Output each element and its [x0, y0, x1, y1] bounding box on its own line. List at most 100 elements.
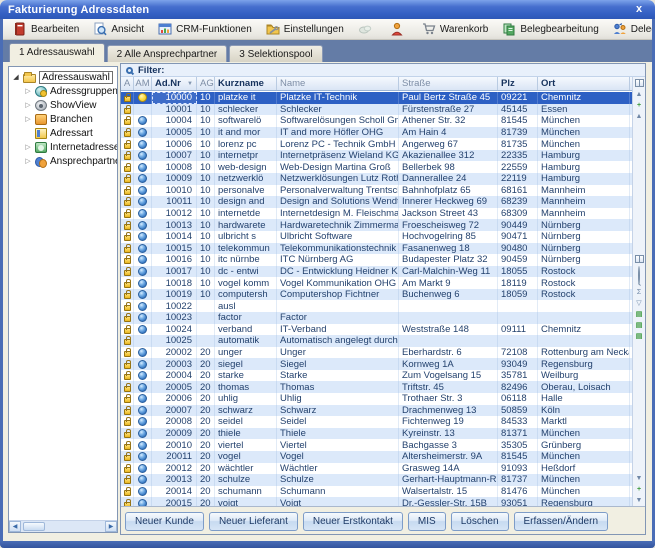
toolbar-ansicht-button[interactable]: Ansicht: [87, 20, 150, 39]
neuer-erstkontakt-button[interactable]: Neuer Erstkontakt: [303, 512, 403, 531]
table-row[interactable]: 10011 10 design and Design and Solutions…: [121, 196, 632, 208]
column-header-plz[interactable]: Plz: [498, 77, 538, 90]
tree-item-ansprechpartner[interactable]: ▷ Ansprechpartner: [12, 154, 117, 168]
table-row[interactable]: 20011 20 vogel Vogel Altersheimerstr. 9A…: [121, 451, 632, 463]
expander-icon[interactable]: ▷: [24, 87, 32, 95]
table-row[interactable]: 10023 factor Factor: [121, 312, 632, 324]
table-row[interactable]: 20008 20 seidel Seidel Fichtenweg 19 845…: [121, 416, 632, 428]
table-row[interactable]: 20013 20 schulze Schulze Gerhart-Hauptma…: [121, 474, 632, 486]
table-row[interactable]: 10008 10 web-design Web-Design Martina G…: [121, 161, 632, 173]
table-row[interactable]: 10014 10 ulbricht s Ulbricht Software Ho…: [121, 231, 632, 243]
table-row[interactable]: 20010 20 viertel Viertel Bachgasse 3 353…: [121, 439, 632, 451]
table-row[interactable]: 20006 20 uhlig Uhlig Trothaer Str. 3 061…: [121, 393, 632, 405]
expander-icon[interactable]: ▷: [24, 143, 32, 151]
sort-arrow-icon[interactable]: ▼: [187, 81, 196, 87]
tree-item-showview[interactable]: ▷ ShowView: [12, 98, 117, 112]
table-row[interactable]: 20007 20 schwarz Schwarz Drachmenweg 13 …: [121, 405, 632, 417]
table-row[interactable]: 20012 20 wächtler Wächtler Grasweg 14A 9…: [121, 463, 632, 475]
move-down-icon[interactable]: ▼: [634, 473, 645, 484]
list-icon[interactable]: ▤: [634, 331, 645, 342]
column-header-kurzname[interactable]: Kurzname: [215, 77, 277, 90]
column-chooser-icon[interactable]: [635, 79, 644, 87]
table-row[interactable]: 10005 10 it and mor IT and more Höfler O…: [121, 127, 632, 139]
column-header-name[interactable]: Name: [277, 77, 399, 90]
list-icon[interactable]: ▤: [634, 320, 645, 331]
table-row[interactable]: 10009 10 netzwerklö Netzwerklösungen Lut…: [121, 173, 632, 185]
table-row[interactable]: 20005 20 thomas Thomas Triftstr. 45 8249…: [121, 381, 632, 393]
column-header-ort[interactable]: Ort: [538, 77, 630, 90]
table-row[interactable]: 10004 10 softwarelö Softwarelösungen Sch…: [121, 115, 632, 127]
toolbar-bearbeiten-button[interactable]: Bearbeiten: [7, 20, 85, 39]
tree-root-adressauswahl[interactable]: ◢ Adressauswahl: [12, 70, 117, 84]
table-row[interactable]: 10022 ausl: [121, 300, 632, 312]
name-cell: Seidel: [277, 416, 399, 428]
tree-item-adressgruppen[interactable]: ▷ Adressgruppen: [12, 84, 117, 98]
neuer-kunde-button[interactable]: Neuer Kunde: [125, 512, 204, 531]
grid-filter-row[interactable]: Filter:: [121, 64, 645, 77]
filter-funnel-icon[interactable]: ▽: [634, 298, 645, 309]
toolbar-delegieren-button[interactable]: Delegieren: [607, 20, 655, 39]
expander-icon[interactable]: ▷: [24, 157, 32, 165]
table-row[interactable]: 10001 10 schlecker Schlecker Fürstenstra…: [121, 104, 632, 116]
close-icon[interactable]: x: [631, 3, 647, 17]
table-row[interactable]: 10025 automatik Automatisch angelegt dur…: [121, 335, 632, 347]
add-row-icon[interactable]: +: [634, 100, 645, 111]
am-icon: [138, 371, 147, 380]
toolbar-belegbearbeitung-button[interactable]: Belegbearbeitung: [496, 20, 604, 39]
table-row[interactable]: 10010 10 personalve Personalverwaltung T…: [121, 185, 632, 197]
tree-item-branchen[interactable]: ▷ Branchen: [12, 112, 117, 126]
toolbar-warenkorb-button[interactable]: Warenkorb: [416, 20, 495, 39]
table-row[interactable]: 10018 10 vogel komm Vogel Kommunikation …: [121, 277, 632, 289]
tab-selektionspool[interactable]: 3 Selektionspool: [229, 45, 322, 62]
table-row[interactable]: 10016 10 itc nürnbe ITC Nürnberg AG Buda…: [121, 254, 632, 266]
erfassen-aendern-button[interactable]: Erfassen/Ändern: [514, 512, 609, 531]
neuer-lieferant-button[interactable]: Neuer Lieferant: [209, 512, 298, 531]
table-row[interactable]: 10015 10 telekommun Telekommunikationste…: [121, 243, 632, 255]
loeschen-button[interactable]: Löschen: [451, 512, 509, 531]
table-row[interactable]: 10017 10 dc - entwi DC - Entwicklung Hei…: [121, 266, 632, 278]
list-icon[interactable]: ▤: [634, 309, 645, 320]
toolbar-icon-button-1[interactable]: [352, 20, 382, 39]
table-row[interactable]: 20015 20 voigt Voigt Dr.-Gessler-Str. 15…: [121, 497, 632, 506]
table-row[interactable]: 10019 10 computersh Computershop Fichtne…: [121, 289, 632, 301]
column-header-lock[interactable]: A: [121, 77, 134, 90]
am-icon: [138, 452, 147, 461]
expander-icon[interactable]: ▷: [24, 115, 32, 123]
table-row[interactable]: 10013 10 hardwarete Hardwaretechnik Zimm…: [121, 219, 632, 231]
table-row[interactable]: 20003 20 siegel Siegel Kornweg 1A 93049 …: [121, 358, 632, 370]
add-icon[interactable]: +: [634, 484, 645, 495]
toolbar-icon-button-2[interactable]: [384, 20, 414, 39]
table-row[interactable]: 20009 20 thiele Thiele Kyreinstr. 13 813…: [121, 428, 632, 440]
scroll-up-icon[interactable]: ▲: [634, 89, 645, 100]
table-row[interactable]: 10024 verband IT-Verband Weststraße 148 …: [121, 324, 632, 336]
table-row[interactable]: 10007 10 internetpr Internetpräsenz Wiel…: [121, 150, 632, 162]
search-icon[interactable]: [126, 67, 133, 74]
expander-open-icon[interactable]: ◢: [12, 73, 20, 81]
toolbar-crm-funktionen-button[interactable]: CRM-Funktionen: [152, 20, 258, 39]
mis-button[interactable]: MIS: [408, 512, 446, 531]
tree-item-adressart[interactable]: Adressart: [12, 126, 117, 140]
table-row[interactable]: 10006 10 lorenz pc Lorenz PC - Technik G…: [121, 138, 632, 150]
table-row[interactable]: 10000 10 platzke it Platzke IT-Technik P…: [121, 92, 632, 104]
sum-icon[interactable]: Σ: [634, 287, 645, 298]
search-rows-icon[interactable]: [638, 267, 640, 285]
column-header-strasse[interactable]: Straße: [399, 77, 498, 90]
tree-item-internetadressen[interactable]: ▷ Internetadressen: [12, 140, 117, 154]
column-header-adnr[interactable]: Ad.Nr ▼: [152, 77, 197, 90]
columns-icon[interactable]: [635, 255, 644, 263]
table-row[interactable]: 10012 10 internetde Internetdesign M. Fl…: [121, 208, 632, 220]
column-header-am[interactable]: AM: [134, 77, 152, 90]
toolbar-einstellungen-button[interactable]: Einstellungen: [260, 20, 350, 39]
tab-adressauswahl[interactable]: 1 Adressauswahl: [9, 43, 105, 62]
table-row[interactable]: 20004 20 starke Starke Zum Vogelsang 15 …: [121, 370, 632, 382]
column-header-ag[interactable]: AG: [197, 77, 215, 90]
scroll-right-icon[interactable]: ▶: [105, 521, 117, 532]
expander-icon[interactable]: ▷: [24, 101, 32, 109]
scroll-down-icon[interactable]: ▼: [634, 495, 645, 506]
scrollbar-thumb[interactable]: [23, 522, 45, 531]
scroll-left-icon[interactable]: ◀: [9, 521, 21, 532]
tab-alle-ansprechpartner[interactable]: 2 Alle Ansprechpartner: [107, 45, 228, 62]
table-row[interactable]: 20014 20 schumann Schumann Walsertalstr.…: [121, 486, 632, 498]
move-up-icon[interactable]: ▲: [634, 111, 645, 122]
table-row[interactable]: 20002 20 unger Unger Eberhardstr. 6 7210…: [121, 347, 632, 359]
